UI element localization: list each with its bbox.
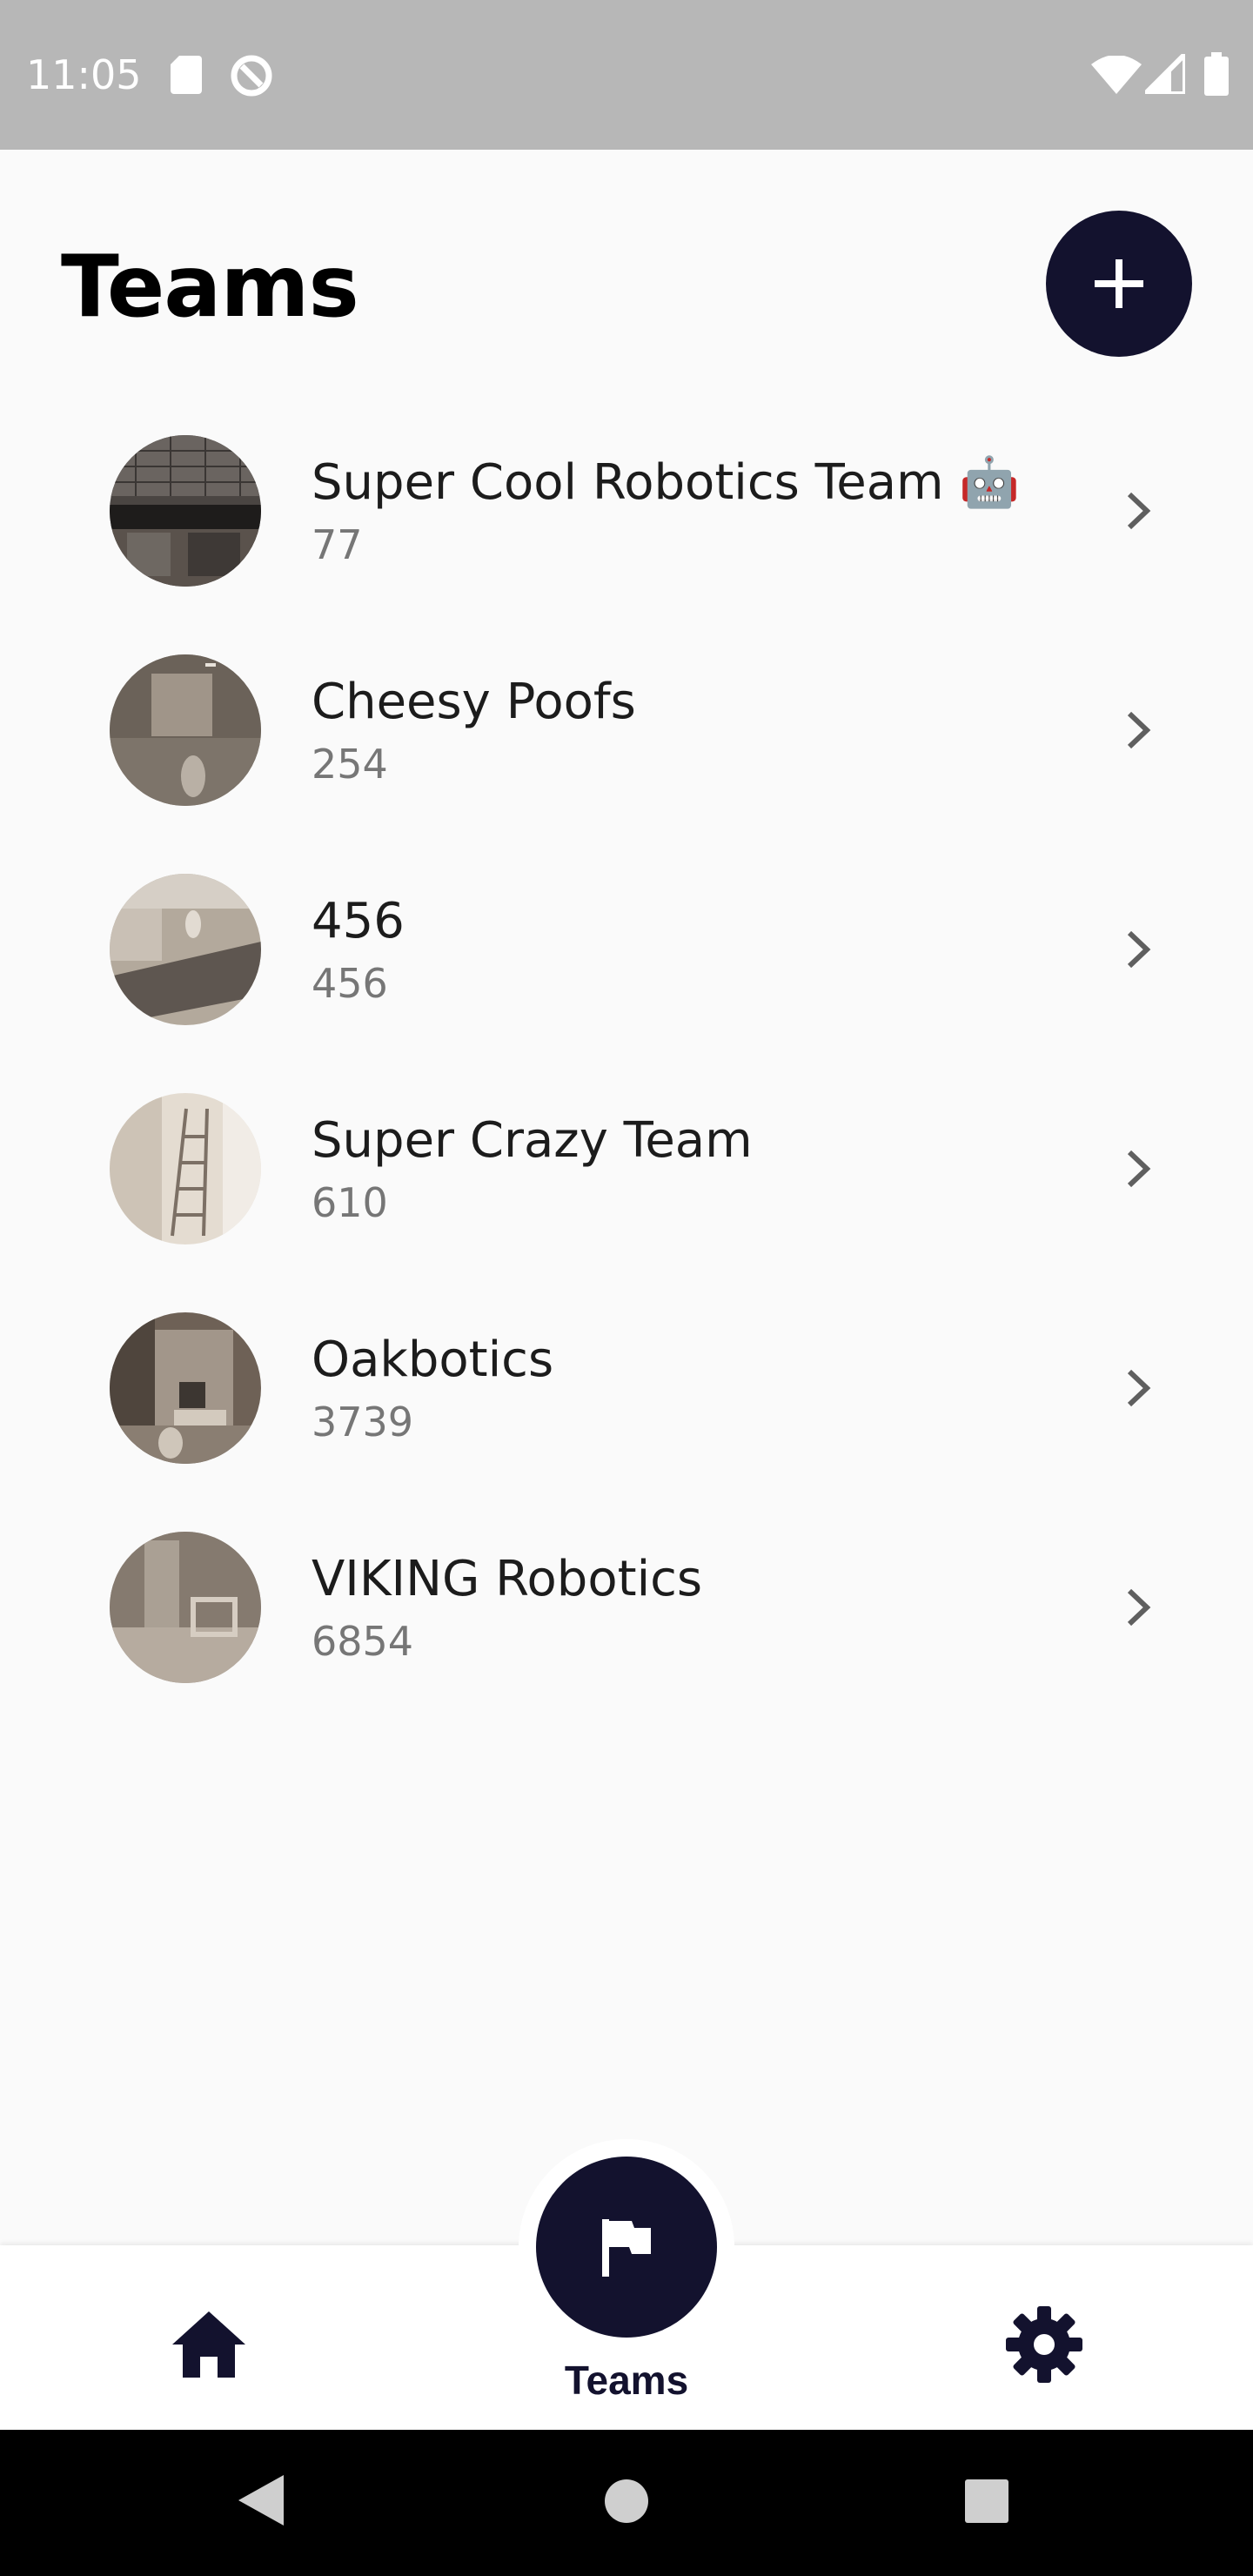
chevron-right-icon: [1127, 1588, 1151, 1627]
flag-icon: [602, 2219, 651, 2277]
team-name: 456: [312, 893, 405, 949]
chevron-right-icon: [1127, 1369, 1151, 1407]
back-icon[interactable]: [237, 2473, 285, 2532]
team-list: Super Cool Robotics Team 🤖 77 Cheesy Poo…: [0, 435, 1253, 1751]
team-name: VIKING Robotics: [312, 1551, 703, 1607]
team-avatar: [110, 1532, 261, 1683]
status-time: 11:05: [26, 51, 142, 98]
home-icon: [172, 2311, 245, 2378]
nav-settings-button[interactable]: [1006, 2306, 1082, 2383]
battery-icon: [1204, 52, 1229, 100]
team-avatar: [110, 874, 261, 1025]
add-team-button[interactable]: [1046, 211, 1192, 357]
signal-icon: [1138, 47, 1188, 98]
team-list-item[interactable]: 456 456: [0, 874, 1253, 1093]
team-list-item[interactable]: Super Cool Robotics Team 🤖 77: [0, 435, 1253, 654]
plus-icon: [1095, 259, 1143, 308]
home-circle-icon[interactable]: [604, 2479, 649, 2528]
team-name: Oakbotics: [312, 1332, 554, 1388]
nav-home-button[interactable]: [171, 2310, 247, 2379]
team-number: 77: [312, 521, 363, 568]
team-list-item[interactable]: Super Crazy Team 610: [0, 1093, 1253, 1312]
sd-card-icon: [171, 56, 202, 98]
team-number: 254: [312, 741, 388, 788]
chevron-right-icon: [1127, 1150, 1151, 1188]
chevron-right-icon: [1127, 492, 1151, 530]
team-avatar: [110, 654, 261, 806]
team-name: Super Cool Robotics Team 🤖: [312, 454, 1021, 511]
team-number: 610: [312, 1179, 388, 1226]
page-title: Teams: [61, 238, 359, 337]
chevron-right-icon: [1127, 930, 1151, 969]
team-avatar: [110, 1312, 261, 1464]
nav-teams-button[interactable]: [536, 2157, 717, 2338]
wifi-icon: [1091, 55, 1142, 98]
chevron-right-icon: [1127, 711, 1151, 749]
team-name: Cheesy Poofs: [312, 674, 636, 730]
team-number: 6854: [312, 1618, 414, 1665]
team-name: Super Crazy Team: [312, 1112, 753, 1169]
recents-icon[interactable]: [964, 2479, 1009, 2528]
system-navigation-bar: [0, 2430, 1253, 2576]
team-list-item[interactable]: Oakbotics 3739: [0, 1312, 1253, 1532]
team-list-item[interactable]: Cheesy Poofs 254: [0, 654, 1253, 874]
team-avatar: [110, 1093, 261, 1244]
team-avatar: [110, 435, 261, 587]
status-bar: 11:05: [0, 0, 1253, 150]
nav-teams-label: Teams: [564, 2358, 689, 2403]
gear-icon: [1006, 2306, 1082, 2383]
team-list-item[interactable]: VIKING Robotics 6854: [0, 1532, 1253, 1751]
team-number: 456: [312, 960, 388, 1007]
data-saver-icon: [230, 54, 273, 102]
team-number: 3739: [312, 1399, 414, 1446]
